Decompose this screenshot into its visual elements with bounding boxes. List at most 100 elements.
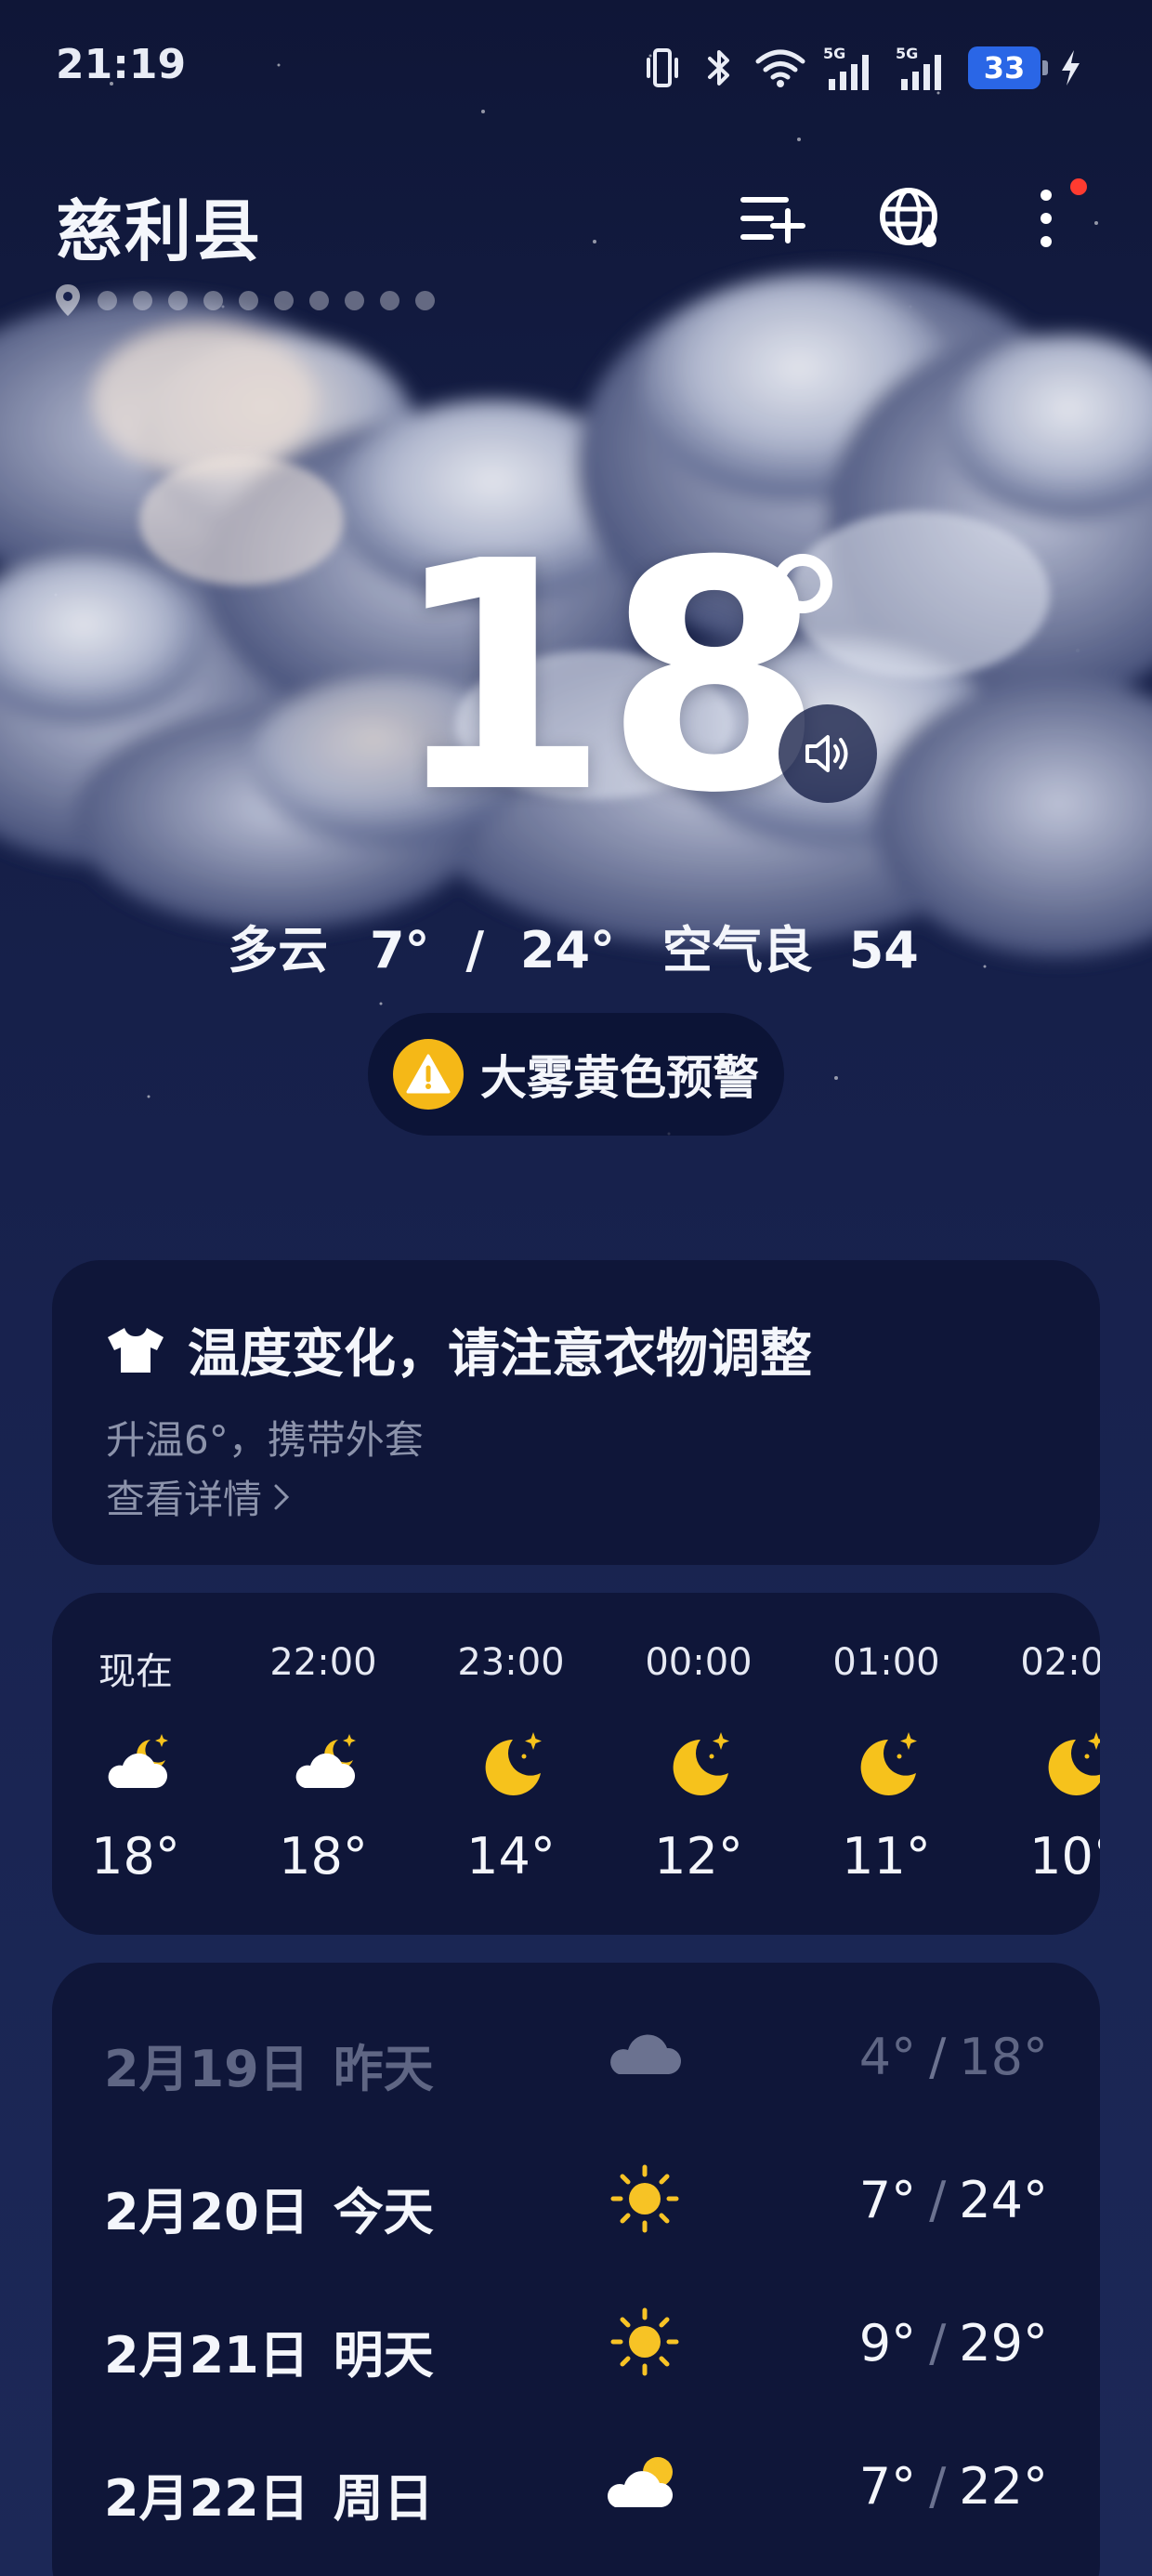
header-actions: [0, 181, 1152, 256]
hourly-time: 23:00: [457, 1641, 565, 1684]
wifi-icon: [755, 49, 805, 87]
voice-broadcast-button[interactable]: [779, 704, 877, 803]
day-temperature-range: 9°/29°: [859, 2314, 1048, 2372]
moon-icon: [472, 1727, 550, 1805]
sun-icon: [606, 2160, 684, 2238]
day-high: 29°: [959, 2314, 1048, 2372]
sun-icon: [606, 2303, 684, 2381]
hourly-forecast-list[interactable]: 现在 18° 22:00 18° 23:00 14° 00:00 12° 01:00 11° 02:…: [52, 1641, 1100, 1920]
hourly-item[interactable]: 现在 18°: [52, 1641, 219, 1920]
page-dot: [415, 290, 435, 310]
alert-text: 大雾黄色预警: [480, 1051, 759, 1105]
day-date: 2月20日 今天: [104, 2171, 434, 2244]
day-label: 明天: [333, 2326, 434, 2385]
condition-text: 多云: [228, 921, 329, 979]
tip-title: 温度变化，请注意衣物调整: [104, 1312, 812, 1387]
daily-forecast-row[interactable]: 2月21日 明天 9°/29°: [52, 2286, 1100, 2398]
hourly-temperature: 12°: [654, 1827, 743, 1886]
day-temperature-range: 4°/18°: [859, 2028, 1048, 2086]
page-dot: [380, 290, 399, 310]
view-details-link[interactable]: 查看详情: [106, 1468, 292, 1525]
day-temperature-range: 7°/24°: [859, 2171, 1048, 2229]
day-date: 2月22日 周日: [104, 2457, 434, 2530]
speaker-icon: [805, 735, 848, 772]
aqi-value: 54: [848, 921, 919, 979]
page-dot: [345, 290, 364, 310]
day-low: 9°: [858, 2314, 917, 2372]
globe-rain-icon: [880, 188, 937, 247]
signal-5g-icon: 5G: [823, 45, 869, 90]
day-temperature-range: 7°/22°: [859, 2457, 1048, 2516]
page-dot: [274, 290, 294, 310]
day-date-text: 2月21日: [104, 2326, 309, 2385]
day-low: 7°: [858, 2171, 917, 2229]
range-separator: /: [929, 2028, 947, 2086]
hourly-item[interactable]: 22:00 18°: [240, 1641, 407, 1920]
day-label: 今天: [333, 2183, 434, 2241]
battery-level: 33: [983, 50, 1026, 85]
hourly-item[interactable]: 00:00 12°: [615, 1641, 782, 1920]
daily-forecast-row[interactable]: 2月19日 昨天 4°/18°: [52, 2000, 1100, 2111]
signal-5g-icon: 5G: [896, 45, 941, 90]
hourly-item[interactable]: 02:00 10°: [990, 1641, 1100, 1920]
daily-forecast-row[interactable]: 2月22日 周日 7°/22°: [52, 2429, 1100, 2541]
hourly-temperature: 18°: [91, 1827, 180, 1886]
hourly-temperature: 18°: [279, 1827, 368, 1886]
shirt-icon: [108, 1327, 164, 1373]
hourly-forecast-card[interactable]: 现在 18° 22:00 18° 23:00 14° 00:00 12° 01:00 11° 02:…: [52, 1593, 1100, 1935]
hourly-item[interactable]: 01:00 11°: [803, 1641, 970, 1920]
weather-alert-badge[interactable]: 大雾黄色预警: [368, 1013, 784, 1136]
range-separator: /: [929, 2314, 947, 2372]
page-dot: [309, 290, 329, 310]
page-dot: [168, 290, 188, 310]
location-pin-icon: [56, 284, 80, 316]
daily-forecast-card[interactable]: 2月19日 昨天 4°/18° 2月20日 今天 7°/24° 2月21日 明天 9°/29° 2…: [52, 1963, 1100, 2576]
globe-button[interactable]: [873, 181, 948, 256]
more-icon: [1041, 190, 1052, 247]
charging-icon: [1062, 50, 1080, 85]
signal-label: 5G: [823, 45, 845, 62]
day-date-text: 2月20日: [104, 2183, 309, 2241]
page-dot: [98, 290, 117, 310]
cloud-sun-icon: [606, 2446, 684, 2524]
moon-icon: [1035, 1727, 1100, 1805]
view-details-label: 查看详情: [106, 1477, 263, 1522]
range-separator: /: [929, 2171, 947, 2229]
vibrate-icon: [647, 48, 678, 87]
weather-summary: 多云 7° / 24° 空气良 54: [0, 909, 1152, 982]
hourly-temperature: 11°: [842, 1827, 931, 1886]
current-temperature: 18: [390, 494, 824, 862]
add-city-icon: [740, 197, 805, 243]
hourly-time: 00:00: [645, 1641, 753, 1684]
range-separator: /: [929, 2457, 947, 2516]
day-low: 4°: [858, 2028, 917, 2086]
range-separator: /: [465, 921, 485, 979]
signal-label: 5G: [896, 45, 918, 62]
hourly-temperature: 14°: [466, 1827, 556, 1886]
moon-icon: [660, 1727, 738, 1805]
city-page-indicator[interactable]: [54, 283, 435, 318]
hourly-time: 22:00: [269, 1641, 377, 1684]
air-quality[interactable]: 空气良 54: [657, 921, 924, 979]
status-icons: 5G 5G 33: [641, 41, 1083, 95]
add-city-button[interactable]: [736, 181, 810, 256]
temperature-range: 7° / 24°: [364, 921, 621, 979]
day-date: 2月19日 昨天: [104, 2028, 434, 2101]
warning-icon: [393, 1039, 464, 1110]
battery-icon: 33: [968, 46, 1048, 89]
tip-title-text: 温度变化，请注意衣物调整: [188, 1324, 812, 1385]
day-high: 22°: [959, 2457, 1048, 2516]
range-high: 24°: [519, 921, 616, 979]
page-dot: [239, 290, 258, 310]
moon-icon: [847, 1727, 925, 1805]
hourly-item[interactable]: 23:00 14°: [427, 1641, 595, 1920]
daily-forecast-row[interactable]: 2月20日 今天 7°/24°: [52, 2143, 1100, 2254]
day-date-text: 2月22日: [104, 2469, 309, 2528]
cloud-moon-icon: [284, 1727, 362, 1805]
degree-symbol: [773, 554, 832, 613]
hourly-time: 02:00: [1020, 1641, 1100, 1684]
chevron-right-icon: [274, 1484, 290, 1509]
status-bar: 21:19 5G 5G 33: [0, 0, 1152, 139]
clothing-tip-card[interactable]: 温度变化，请注意衣物调整 升温6°，携带外套 查看详情: [52, 1260, 1100, 1565]
day-label: 昨天: [333, 2040, 434, 2098]
